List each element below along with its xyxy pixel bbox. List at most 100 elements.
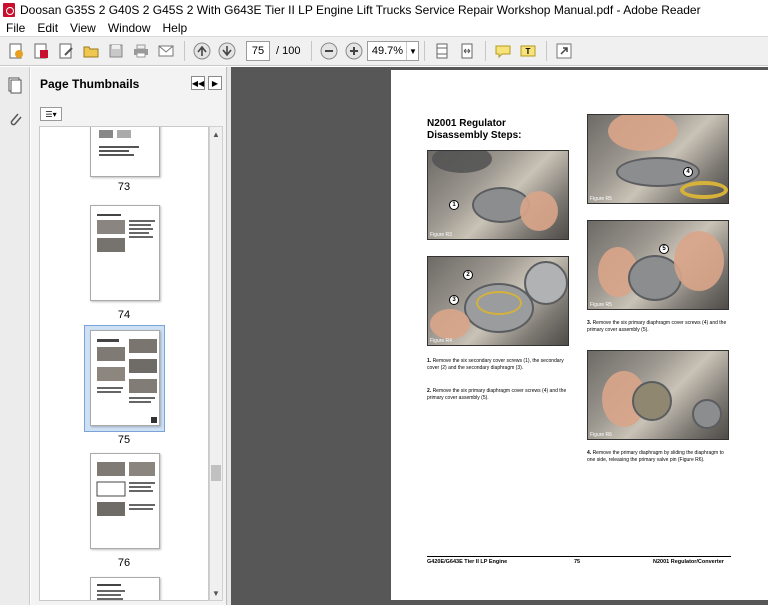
expand-icon <box>556 43 572 59</box>
heading-line-1: N2001 Regulator <box>427 118 506 129</box>
title-bar: Doosan G35S 2 G40S 2 G45S 2 With G643E T… <box>0 0 768 20</box>
panel-menu-button[interactable]: ▶ <box>208 76 222 90</box>
thumbnail-preview <box>97 214 155 252</box>
page-thumbnail[interactable] <box>90 453 160 549</box>
thumbnail-preview <box>97 584 125 600</box>
figure-photo: Figure R5 <box>587 220 729 310</box>
page-thumbnail-current[interactable] <box>90 330 160 426</box>
next-page-button[interactable] <box>215 39 239 63</box>
export-pdf-button[interactable] <box>29 39 53 63</box>
menu-window[interactable]: Window <box>102 21 157 35</box>
printer-icon <box>134 44 148 58</box>
step-number: 1. <box>427 358 432 364</box>
svg-text:T: T <box>526 47 531 56</box>
menu-view[interactable]: View <box>64 21 102 35</box>
arrow-down-icon <box>218 42 236 60</box>
page-thumbnail[interactable] <box>90 205 160 301</box>
toolbar-separator <box>184 41 185 61</box>
chevron-right-icon: ▶ <box>211 78 219 88</box>
window-title: Doosan G35S 2 G40S 2 G45S 2 With G643E T… <box>20 3 701 17</box>
attachments-panel-button[interactable] <box>3 107 27 131</box>
heading-line-2: Disassembly Steps: <box>427 130 522 141</box>
step-text: Remove the six secondary cover screws (1… <box>427 358 564 371</box>
scroll-down-icon[interactable]: ▼ <box>210 586 222 600</box>
toolbar-separator <box>311 41 313 61</box>
menu-file[interactable]: File <box>0 21 31 35</box>
double-chevron-left-icon: ◀◀ <box>191 78 205 88</box>
panel-title: Page Thumbnails <box>40 77 140 91</box>
figure-caption: Figure R6 <box>590 432 612 438</box>
footer-left: G420E/G643E Tier II LP Engine <box>427 559 508 565</box>
document-view[interactable]: N2001 Regulator Disassembly Steps: Figur… <box>231 67 768 605</box>
callout-1: 1 <box>449 200 459 210</box>
page-thumbnail[interactable] <box>90 127 160 177</box>
fit-page-icon <box>436 43 448 59</box>
print-button[interactable] <box>129 39 153 63</box>
zoom-in-button[interactable] <box>342 39 366 63</box>
zoom-select[interactable]: 49.7% ▼ <box>367 41 420 61</box>
comment-button[interactable] <box>491 39 515 63</box>
step-text: Remove the six primary diaphragm cover s… <box>587 320 727 333</box>
highlight-button[interactable]: T <box>516 39 540 63</box>
scrollbar-thumb[interactable] <box>211 465 221 481</box>
thumbnail-preview <box>97 339 157 423</box>
zoom-value: 49.7% <box>371 45 404 57</box>
minus-icon <box>320 42 338 60</box>
pdf-page: N2001 Regulator Disassembly Steps: Figur… <box>391 70 768 600</box>
thumbnails-header: Page Thumbnails ◀◀ ▶ <box>31 67 227 101</box>
save-button[interactable] <box>104 39 128 63</box>
footer-rule <box>427 556 731 557</box>
callout-4: 4 <box>683 167 693 177</box>
menu-edit[interactable]: Edit <box>31 21 64 35</box>
thumbnail-list[interactable]: 73 74 75 76 <box>39 126 209 601</box>
figure-caption: Figure R4 <box>430 338 452 344</box>
menu-help[interactable]: Help <box>157 21 194 35</box>
navigation-strip <box>0 67 30 605</box>
paperclip-icon <box>10 113 22 126</box>
footer-right: N2001 Regulator/Converter <box>653 559 724 565</box>
toolbar-separator <box>485 41 487 61</box>
previous-page-button[interactable] <box>190 39 214 63</box>
figure-caption: Figure R3 <box>430 232 452 238</box>
collapse-panel-button[interactable]: ◀◀ <box>191 76 205 90</box>
adobe-reader-icon <box>3 3 15 17</box>
export-pdf-icon <box>34 43 48 59</box>
thumbnail-scrollbar[interactable]: ▲ ▼ <box>209 126 223 601</box>
step-number: 4. <box>587 450 592 456</box>
toolbar-separator <box>546 41 548 61</box>
create-pdf-button[interactable] <box>4 39 28 63</box>
open-button[interactable] <box>79 39 103 63</box>
page-thumbnail[interactable] <box>90 577 160 600</box>
step-number: 2. <box>427 388 432 394</box>
step-text: Remove the six primary diaphragm cover s… <box>427 388 567 401</box>
scroll-up-icon[interactable]: ▲ <box>210 127 222 141</box>
step-2-text: 2. Remove the six primary diaphragm cove… <box>427 388 569 402</box>
pages-icon <box>8 77 22 94</box>
zoom-out-button[interactable] <box>317 39 341 63</box>
chevron-down-icon[interactable]: ▼ <box>406 42 418 60</box>
toolbar-separator <box>424 41 426 61</box>
footer-page-number: 75 <box>574 559 581 565</box>
step-text: Remove the primary diaphragm by sliding … <box>587 450 724 463</box>
edit-pdf-icon <box>59 43 73 59</box>
save-icon <box>109 44 123 58</box>
figure-caption: Figure R5 <box>590 302 612 308</box>
options-icon: ☰▾ <box>45 109 57 119</box>
step-3-text: 3. Remove the six primary diaphragm cove… <box>587 320 729 334</box>
page-total: / 100 <box>276 45 301 57</box>
email-button[interactable] <box>154 39 178 63</box>
pages-panel-button[interactable] <box>3 73 27 97</box>
thumbnail-label: 74 <box>117 309 131 321</box>
expand-button[interactable] <box>552 39 576 63</box>
fit-width-button[interactable] <box>455 39 479 63</box>
plus-icon <box>345 42 363 60</box>
callout-3: 3 <box>449 295 459 305</box>
fit-page-button[interactable] <box>430 39 454 63</box>
edit-pdf-button[interactable] <box>54 39 78 63</box>
thumbnail-label: 75 <box>117 434 131 446</box>
folder-icon <box>83 46 99 58</box>
thumbnail-label: 73 <box>117 181 131 193</box>
thumbnail-options-button[interactable]: ☰▾ <box>40 107 62 121</box>
page-number-input[interactable]: 75 <box>246 41 270 61</box>
toolbar: 75 / 100 49.7% ▼ T <box>0 36 768 66</box>
